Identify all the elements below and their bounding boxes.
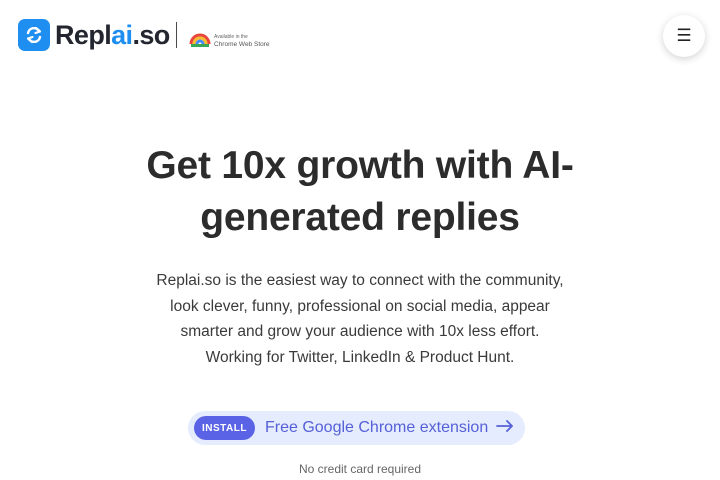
chrome-logo-icon [189,27,211,54]
install-button-label: Free Google Chrome extension [264,419,489,436]
hero-section: Get 10x growth with AI-generated replies… [0,140,720,370]
logo-wordmark: Replai.so [55,20,170,51]
hero-description: Replai.so is the easiest way to connect … [156,272,564,366]
chrome-badge-text: Available in the Chrome Web Store [214,34,270,48]
arrow-right-icon [488,419,514,438]
hero-title: Get 10x growth with AI-generated replies [146,144,574,239]
logo-text-tld: .so [132,19,170,50]
logo-text-main: Repl [55,19,112,50]
logo-text-ai: ai [111,19,133,50]
chrome-web-store-badge[interactable]: Available in the Chrome Web Store [189,27,270,54]
header: Replai.so Available in the Chrome Web St… [0,0,720,72]
no-credit-card-note: No credit card required [298,462,422,476]
logo-divider [175,22,177,48]
menu-button[interactable]: ☰ [663,15,705,57]
install-pill: INSTALL [194,416,255,440]
chrome-badge-line1: Available in the [214,33,248,40]
refresh-arrows-icon [18,19,50,51]
logo-link[interactable]: Replai.so [18,19,177,51]
install-extension-button[interactable]: INSTALL Free Google Chrome extension [188,411,525,445]
chrome-badge-line2: Chrome Web Store [214,40,270,48]
hamburger-menu-icon: ☰ [676,25,692,46]
